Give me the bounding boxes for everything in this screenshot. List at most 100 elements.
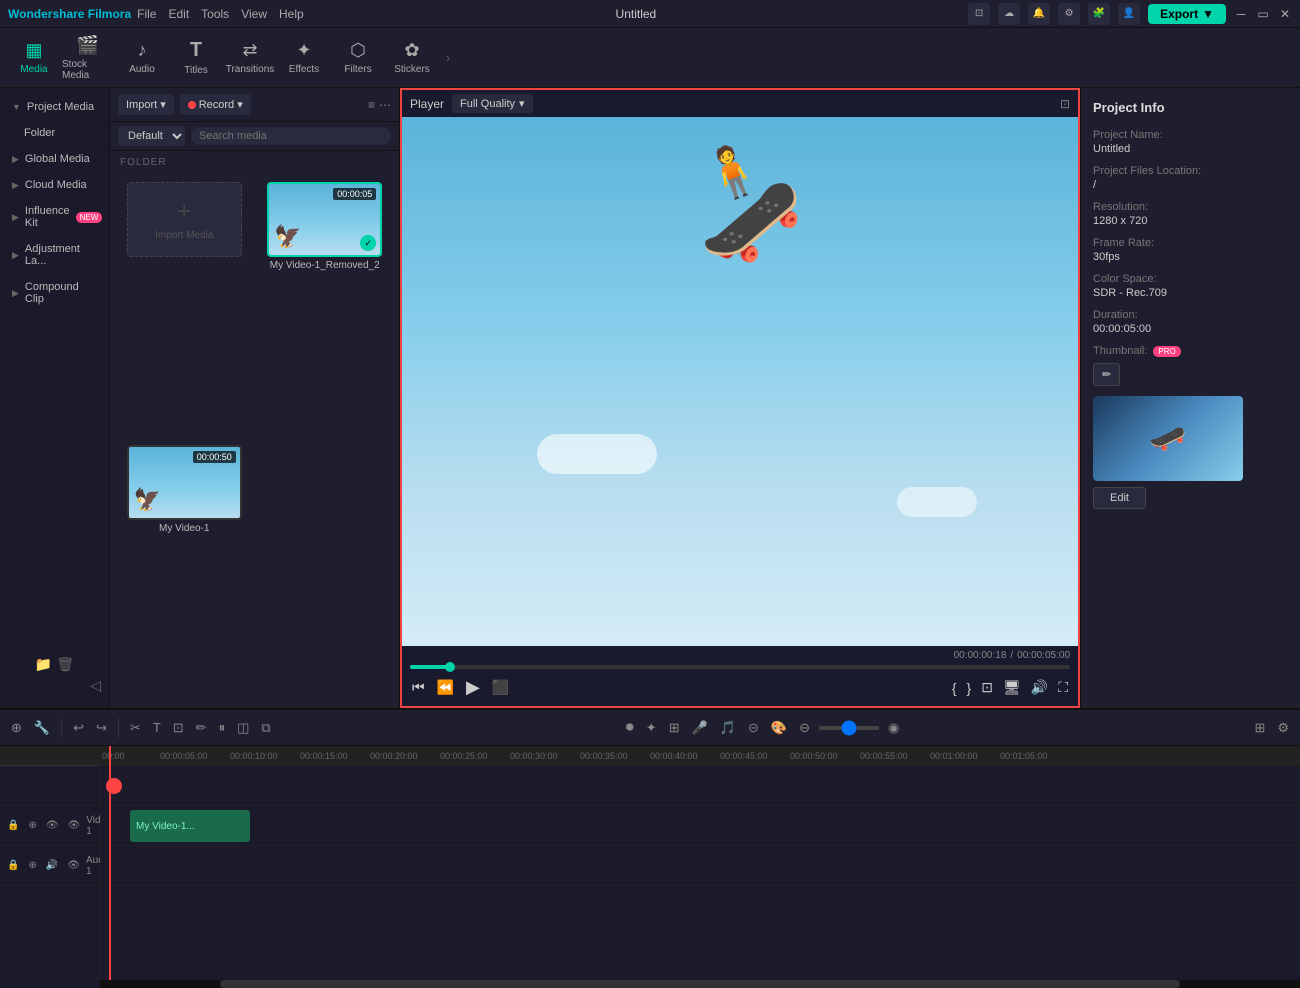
notification-icon[interactable]: 🔔 xyxy=(1028,3,1050,25)
grid-view-button[interactable]: ⊞ xyxy=(1251,717,1268,739)
effects-timeline-button[interactable]: ✦ xyxy=(643,717,660,739)
stop-button[interactable]: ⬛ xyxy=(490,677,511,698)
toolbar-item-audio[interactable]: ♪ Audio xyxy=(116,32,168,84)
toolbar-separator xyxy=(118,718,119,738)
color-board-button[interactable]: 🎨 xyxy=(768,717,790,739)
add-audio-button[interactable]: ⊕ xyxy=(25,857,39,874)
lock-audio-button[interactable]: 🔒 xyxy=(4,857,22,874)
export-button[interactable]: Export ▼ xyxy=(1148,4,1226,24)
preview-area: Player Full Quality ▾ ⊡ 🛹 🧍 00:00:00:18 … xyxy=(400,88,1080,708)
eye-button[interactable]: 👁 xyxy=(65,817,84,834)
sidebar-item-influence-kit[interactable]: ▶ Influence Kit NEW xyxy=(4,199,105,235)
menu-tools[interactable]: Tools xyxy=(201,7,229,21)
account-icon[interactable]: 👤 xyxy=(1118,3,1140,25)
collapse-panel-button[interactable]: ◁ xyxy=(90,677,101,694)
sidebar-item-global-media[interactable]: ▶ Global Media xyxy=(4,147,105,171)
media-thumb-selected[interactable]: 🦅 00:00:05 ✓ xyxy=(267,182,382,257)
crop-tool-button[interactable]: ⊡ xyxy=(170,717,187,739)
mark-out-button[interactable]: } xyxy=(965,678,974,698)
thumbnail-edit-button[interactable]: Edit xyxy=(1093,487,1146,509)
filter-select[interactable]: Default xyxy=(118,126,185,146)
list-item[interactable]: + Import Media xyxy=(118,182,251,437)
redo-button[interactable]: ↪ xyxy=(93,717,110,739)
play-button[interactable]: ▶ xyxy=(464,675,482,700)
mute-button[interactable]: 👁 xyxy=(43,817,62,834)
record-button[interactable]: Record ▾ xyxy=(180,94,251,115)
timeline-magnet-button[interactable]: 🔧 xyxy=(31,717,53,739)
toolbar-expand-button[interactable]: › xyxy=(440,32,456,84)
audio-tools-button[interactable]: 🎵 xyxy=(717,717,739,739)
toolbar-item-titles[interactable]: T Titles xyxy=(170,32,222,84)
import-button[interactable]: Import ▾ xyxy=(118,94,174,115)
window-close[interactable]: ✕ xyxy=(1278,7,1292,21)
add-marker-button[interactable]: ◉ xyxy=(885,717,902,739)
minimize-to-tray-icon[interactable]: ⊡ xyxy=(968,3,990,25)
freeze-frame-button[interactable]: ⏸ xyxy=(216,717,229,739)
zoom-slider[interactable] xyxy=(819,726,879,730)
sidebar-item-folder[interactable]: Folder xyxy=(4,121,105,145)
search-input[interactable] xyxy=(191,127,391,145)
menu-file[interactable]: File xyxy=(137,7,156,21)
scrollbar-thumb[interactable] xyxy=(220,980,1180,988)
more-options-button[interactable]: ⋯ xyxy=(379,98,391,112)
timeline-scrollbar[interactable] xyxy=(100,980,1300,988)
menu-edit[interactable]: Edit xyxy=(168,7,189,21)
new-folder-button[interactable]: 📁 xyxy=(35,656,52,673)
clone-button[interactable]: ⧉ xyxy=(258,717,273,739)
toolbar-item-filters[interactable]: ⬡ Filters xyxy=(332,32,384,84)
split-audio-button[interactable]: ⊝ xyxy=(745,717,762,739)
sidebar-item-compound-clip[interactable]: ▶ Compound Clip xyxy=(4,275,105,311)
record-circle-button[interactable]: ⏺ xyxy=(623,716,637,740)
settings-timeline-button[interactable]: ⚙ xyxy=(1274,717,1292,739)
sidebar-item-cloud-media[interactable]: ▶ Cloud Media xyxy=(4,173,105,197)
puzzle-icon[interactable]: 🧩 xyxy=(1088,3,1110,25)
volume-button[interactable]: 🔊 xyxy=(1029,677,1050,698)
fullscreen-button[interactable]: ⛶ xyxy=(1056,677,1070,698)
toolbar-item-stickers[interactable]: ✿ Stickers xyxy=(386,32,438,84)
preview-expand-button[interactable]: ⊡ xyxy=(1060,97,1070,111)
media-thumb[interactable]: 🦅 00:00:50 xyxy=(127,445,242,520)
solo-audio-button[interactable]: 👁 xyxy=(64,857,83,874)
mic-button[interactable]: 🎤 xyxy=(689,717,711,739)
progress-bar[interactable] xyxy=(410,665,1070,669)
ripple-edit-button[interactable]: ◫ xyxy=(234,717,252,739)
skip-back-button[interactable]: ⏮ xyxy=(410,677,427,698)
pen-tool-button[interactable]: ✏ xyxy=(193,717,210,739)
filter-icon-button[interactable]: ≡ xyxy=(368,98,375,112)
lock-track-button[interactable]: 🔒 xyxy=(4,817,22,834)
window-minimize[interactable]: ─ xyxy=(1234,7,1248,21)
cloud-icon[interactable]: ☁ xyxy=(998,3,1020,25)
video-clip[interactable]: My Video-1... xyxy=(130,810,250,842)
timeline-add-track-button[interactable]: ⊕ xyxy=(8,717,25,739)
sidebar-item-adjustment[interactable]: ▶ Adjustment La... xyxy=(4,237,105,273)
crop-button[interactable]: ⊡ xyxy=(979,677,995,698)
toolbar-item-transitions[interactable]: ⇄ Transitions xyxy=(224,32,276,84)
speed-button[interactable]: ⊖ xyxy=(796,717,813,739)
thumbnail-pencil-button[interactable]: ✏ xyxy=(1093,363,1120,386)
mark-in-button[interactable]: { xyxy=(950,678,959,698)
overlay-button[interactable]: ⊞ xyxy=(666,717,683,739)
player-tab[interactable]: Player xyxy=(410,97,444,111)
settings-icon[interactable]: ⚙ xyxy=(1058,3,1080,25)
list-item[interactable]: 🦅 00:00:50 My Video-1 xyxy=(118,445,251,700)
sidebar-item-project-media[interactable]: ▼ Project Media xyxy=(4,95,105,119)
text-tool-button[interactable]: T xyxy=(150,717,164,738)
mute-audio-button[interactable]: 🔊 xyxy=(43,857,61,874)
screen-button[interactable]: 🖥 xyxy=(1001,677,1023,698)
list-item[interactable]: 🦅 00:00:05 ✓ My Video-1_Removed_2 xyxy=(259,182,392,437)
menu-view[interactable]: View xyxy=(241,7,267,21)
cut-button[interactable]: ✂ xyxy=(127,717,144,739)
toolbar-item-effects[interactable]: ✦ Effects xyxy=(278,32,330,84)
progress-handle[interactable] xyxy=(445,662,455,672)
toolbar-item-media[interactable]: ▦ Media xyxy=(8,32,60,84)
frame-back-button[interactable]: ⏪ xyxy=(435,677,456,698)
toolbar-item-stock-media[interactable]: 🎬 Stock Media xyxy=(62,32,114,84)
playhead-track-label xyxy=(0,766,99,806)
delete-button[interactable]: 🗑 xyxy=(56,656,74,673)
import-media-placeholder[interactable]: + Import Media xyxy=(127,182,242,257)
undo-button[interactable]: ↩ xyxy=(70,717,87,739)
menu-help[interactable]: Help xyxy=(279,7,304,21)
quality-select[interactable]: Full Quality ▾ xyxy=(452,94,533,113)
add-clip-button[interactable]: ⊕ xyxy=(25,817,39,834)
window-restore[interactable]: ▭ xyxy=(1256,7,1270,21)
